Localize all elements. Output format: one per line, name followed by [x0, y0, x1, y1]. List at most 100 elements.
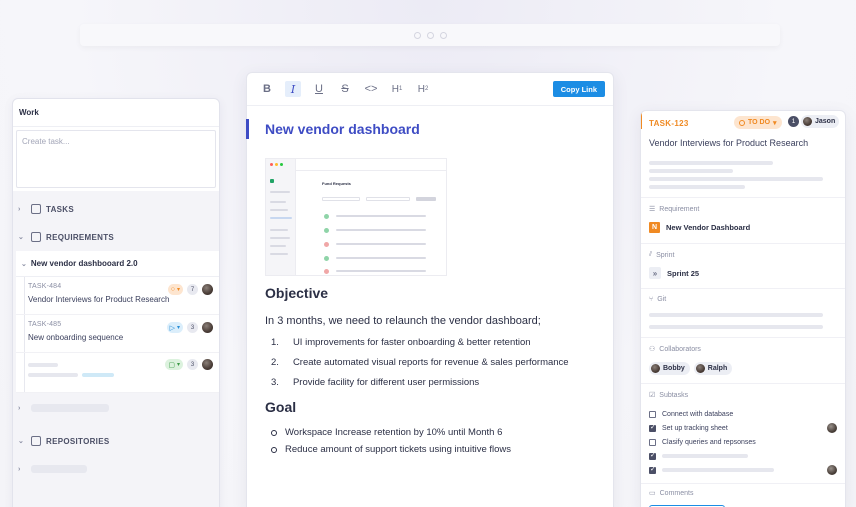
chevron-right-icon: › [18, 404, 21, 412]
comment-icon: ▭ [649, 490, 656, 497]
subtask-checkbox[interactable] [649, 410, 656, 418]
list-number: 3. [271, 377, 279, 388]
goal-heading[interactable]: Goal [265, 399, 296, 415]
screenshot-row-avatar [324, 256, 329, 261]
placeholder-line [649, 185, 745, 189]
copy-link-button[interactable]: Copy Link [552, 81, 605, 97]
requirement-badge: N [649, 222, 660, 233]
window-dot [270, 163, 273, 166]
subtask-checkbox[interactable] [649, 438, 656, 446]
work-panel: Work Create task... › TASKS ⌄ REQUIREMEN… [12, 98, 220, 507]
avatar [827, 423, 837, 433]
task-meta: ▷ ▾ 3 [166, 322, 213, 333]
subtask-count: 3 [187, 322, 198, 333]
placeholder-line [662, 454, 748, 458]
subtask-checkbox[interactable] [649, 465, 656, 474]
strikethrough-button[interactable]: S [337, 81, 353, 97]
avatar [827, 465, 837, 475]
collapsed-item[interactable]: › [13, 393, 219, 423]
menu-line [270, 245, 286, 247]
requirements-icon [31, 232, 41, 242]
underline-button[interactable]: U [311, 81, 327, 97]
bold-button[interactable]: B [259, 81, 275, 97]
section-tasks[interactable]: › TASKS [13, 195, 219, 223]
requirement-link[interactable]: N New Vendor Dashboard [649, 222, 750, 233]
chevron-right-icon: › [18, 205, 21, 213]
chevron-right-icon: › [18, 465, 21, 473]
logo-mark [270, 179, 274, 183]
collaborator-name: Bobby [663, 365, 685, 372]
screenshot-heading: Fund Requests [322, 181, 351, 186]
list-item[interactable]: TASK-485 New onboarding sequence ▷ ▾ 3 [16, 315, 219, 353]
avatar [803, 117, 812, 126]
status-pill[interactable]: ▷ ▾ [166, 322, 183, 333]
collaborator-chip[interactable]: Bobby [649, 362, 690, 375]
task-indicator [641, 111, 642, 129]
menu-line [270, 209, 288, 211]
status-pill[interactable]: ○ ▾ [167, 284, 183, 295]
subtask-item[interactable] [649, 464, 837, 476]
subtask-checkbox[interactable] [649, 451, 656, 460]
list-item-text: UI improvements for faster onboarding & … [292, 337, 531, 348]
subtask-item[interactable] [649, 450, 837, 462]
placeholder-line [649, 313, 823, 317]
list-number: 1. [271, 337, 279, 348]
screenshot-row [336, 215, 426, 217]
document-editor: B I U S <> H1 H2 Copy Link New vendor da… [246, 72, 614, 507]
list-item[interactable]: Reduce amount of support tickets using i… [271, 441, 511, 458]
heading1-button[interactable]: H1 [389, 81, 405, 97]
window-dot [275, 163, 278, 166]
section-repositories[interactable]: ⌄ REPOSITORIES [13, 427, 219, 455]
menu-line [270, 237, 290, 239]
sprint-link[interactable]: » Sprint 25 [649, 267, 699, 279]
git-label: ⑂ Git [649, 296, 666, 303]
list-item[interactable]: Workspace Increase retention by 10% unti… [271, 424, 511, 441]
assignee-chip[interactable]: Jason [801, 115, 840, 128]
sprint-icon: ⫽ [649, 251, 653, 258]
list-item[interactable]: 1. UI improvements for faster onboarding … [271, 337, 569, 357]
create-task-input[interactable]: Create task... [16, 130, 216, 188]
heading2-button[interactable]: H2 [415, 81, 431, 97]
task-meta: ▢ ▾ 3 [165, 359, 213, 370]
collaborator-chip[interactable]: Ralph [693, 362, 733, 375]
list-item[interactable]: 2. Create automated visual reports for re… [271, 357, 569, 377]
list-item[interactable]: 3. Provide facility for different user pe… [271, 377, 569, 397]
collaborators-label-text: Collaborators [659, 345, 701, 353]
objective-heading[interactable]: Objective [265, 285, 328, 301]
screenshot-row-avatar [324, 214, 329, 219]
tasks-icon [31, 204, 41, 214]
list-item-text: Reduce amount of support tickets using i… [285, 444, 512, 455]
code-button[interactable]: <> [363, 81, 379, 97]
embedded-screenshot[interactable]: Fund Requests [265, 158, 447, 276]
task-title[interactable]: Vendor Interviews for Product Research [649, 138, 808, 148]
objective-paragraph[interactable]: In 3 months, we need to relaunch the ven… [265, 315, 541, 327]
avatar [202, 359, 213, 370]
chevron-down-icon: ▾ [176, 325, 180, 331]
list-item[interactable]: ▢ ▾ 3 [16, 353, 219, 393]
section-repositories-label: REPOSITORIES [46, 436, 110, 446]
status-pill[interactable]: ▢ ▾ [165, 359, 183, 370]
subtask-item[interactable]: Clasify queries and repsonses [649, 436, 837, 448]
status-dropdown[interactable]: TO DO ▾ [734, 116, 782, 129]
section-requirements[interactable]: ⌄ REQUIREMENTS [13, 223, 219, 251]
comments-label-text: Comments [659, 489, 694, 497]
work-tree: › TASKS ⌄ REQUIREMENTS ⌄ New vendor dash… [13, 191, 219, 507]
screenshot-search [322, 197, 360, 201]
subtask-item[interactable]: Set up tracking sheet [649, 422, 837, 434]
list-item[interactable]: TASK-484 Vendor Interviews for Product R… [16, 277, 219, 315]
document-title[interactable]: New vendor dashboard [265, 121, 420, 137]
requirement-group-header[interactable]: ⌄ New vendor dashbooard 2.0 [16, 251, 219, 277]
screenshot-row [336, 270, 426, 272]
repository-icon [31, 436, 41, 446]
sprint-label-text: Sprint [656, 251, 675, 259]
subtask-checkbox[interactable] [649, 423, 656, 432]
window-dot [280, 163, 283, 166]
sprint-arrow-icon: » [649, 267, 661, 279]
italic-button[interactable]: I [285, 81, 301, 97]
requirement-label: ☰ Requirement [649, 205, 699, 214]
section-requirements-label: REQUIREMENTS [46, 232, 115, 242]
subtask-item[interactable]: Connect with database [649, 408, 837, 420]
chevron-down-icon: ⌄ [18, 234, 25, 241]
collapsed-item[interactable]: › [13, 455, 219, 483]
screenshot-button [416, 197, 436, 201]
